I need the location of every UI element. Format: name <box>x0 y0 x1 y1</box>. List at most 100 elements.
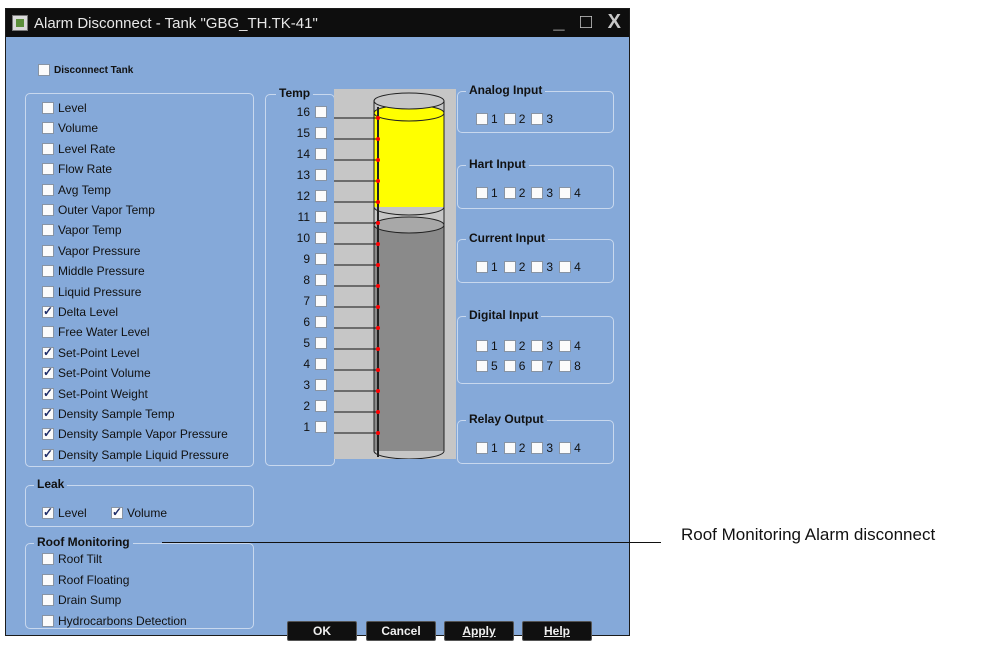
digital-input-5[interactable]: 5 <box>476 359 498 373</box>
digital-input-4[interactable]: 4 <box>559 339 581 353</box>
temp-sensor-checkbox[interactable] <box>315 253 327 265</box>
temp-sensor-checkbox[interactable] <box>315 358 327 370</box>
checkbox-box[interactable] <box>503 113 516 125</box>
checkbox-box[interactable] <box>476 261 488 273</box>
alarm-checkbox[interactable]: Outer Vapor Temp <box>42 203 155 217</box>
checkbox-box[interactable] <box>531 187 544 199</box>
alarm-checkbox[interactable]: Flow Rate <box>42 162 112 176</box>
checkbox-box[interactable] <box>503 360 516 372</box>
disconnect-tank-checkbox[interactable]: Disconnect Tank <box>38 64 133 76</box>
hart-input-2[interactable]: 2 <box>503 186 525 200</box>
maximize-icon[interactable]: □ <box>580 11 592 34</box>
temp-sensor-checkbox[interactable] <box>315 106 327 118</box>
alarm-checkbox[interactable]: Vapor Pressure <box>42 244 140 258</box>
temp-sensor-checkbox[interactable] <box>315 400 327 412</box>
relay-output-3[interactable]: 3 <box>531 441 553 455</box>
checkbox-box[interactable] <box>531 340 544 352</box>
checkbox-box[interactable] <box>42 447 54 461</box>
analog-input-1[interactable]: 1 <box>476 112 498 126</box>
checkbox-box[interactable] <box>38 64 50 76</box>
minimize-icon[interactable]: _ <box>553 11 564 34</box>
checkbox-box[interactable] <box>111 505 123 519</box>
temp-sensor-checkbox[interactable] <box>315 274 327 286</box>
roof-checkbox[interactable]: Drain Sump <box>42 593 121 607</box>
digital-input-1[interactable]: 1 <box>476 339 498 353</box>
temp-sensor-checkbox[interactable] <box>315 421 327 433</box>
checkbox-box[interactable] <box>531 261 544 273</box>
checkbox-box[interactable] <box>42 326 54 339</box>
checkbox-box[interactable] <box>503 340 516 352</box>
temp-sensor-checkbox[interactable] <box>315 169 327 181</box>
alarm-checkbox[interactable]: Middle Pressure <box>42 264 145 278</box>
digital-input-2[interactable]: 2 <box>503 339 525 353</box>
alarm-checkbox[interactable]: Delta Level <box>42 304 118 319</box>
alarm-checkbox[interactable]: Set-Point Level <box>42 345 139 360</box>
ok-button[interactable]: OK <box>287 621 357 641</box>
help-button[interactable]: Help <box>522 621 592 641</box>
checkbox-box[interactable] <box>503 187 516 199</box>
relay-output-2[interactable]: 2 <box>503 441 525 455</box>
checkbox-box[interactable] <box>559 261 572 273</box>
roof-checkbox[interactable]: Roof Tilt <box>42 552 102 566</box>
temp-sensor-checkbox[interactable] <box>315 190 327 202</box>
checkbox-box[interactable] <box>42 122 54 135</box>
checkbox-box[interactable] <box>42 426 54 441</box>
alarm-checkbox[interactable]: Level Rate <box>42 142 115 156</box>
checkbox-box[interactable] <box>42 505 54 519</box>
checkbox-box[interactable] <box>42 594 54 606</box>
checkbox-box[interactable] <box>42 244 54 257</box>
digital-input-7[interactable]: 7 <box>531 359 553 373</box>
alarm-checkbox[interactable]: Density Sample Liquid Pressure <box>42 447 229 462</box>
temp-sensor-checkbox[interactable] <box>315 232 327 244</box>
digital-input-6[interactable]: 6 <box>503 359 525 373</box>
checkbox-box[interactable] <box>476 113 488 125</box>
checkbox-box[interactable] <box>503 261 516 273</box>
checkbox-box[interactable] <box>559 340 572 352</box>
alarm-checkbox[interactable]: Free Water Level <box>42 325 150 339</box>
cancel-button[interactable]: Cancel <box>366 621 436 641</box>
checkbox-box[interactable] <box>42 365 54 380</box>
temp-sensor-checkbox[interactable] <box>315 337 327 349</box>
digital-input-8[interactable]: 8 <box>559 359 581 373</box>
checkbox-box[interactable] <box>531 442 544 454</box>
current-input-4[interactable]: 4 <box>559 260 581 274</box>
alarm-checkbox[interactable]: Density Sample Temp <box>42 406 175 421</box>
temp-sensor-checkbox[interactable] <box>315 295 327 307</box>
relay-output-4[interactable]: 4 <box>559 441 581 455</box>
checkbox-box[interactable] <box>476 442 488 454</box>
checkbox-box[interactable] <box>559 442 572 454</box>
checkbox-box[interactable] <box>42 163 54 176</box>
checkbox-box[interactable] <box>42 102 54 114</box>
leak-level-checkbox[interactable]: Level <box>42 505 87 520</box>
temp-sensor-checkbox[interactable] <box>315 316 327 328</box>
alarm-checkbox[interactable]: Liquid Pressure <box>42 285 141 299</box>
checkbox-box[interactable] <box>476 187 488 199</box>
checkbox-box[interactable] <box>42 386 54 400</box>
checkbox-box[interactable] <box>42 204 54 216</box>
checkbox-box[interactable] <box>42 406 54 420</box>
checkbox-box[interactable] <box>42 265 54 278</box>
current-input-3[interactable]: 3 <box>531 260 553 274</box>
checkbox-box[interactable] <box>42 614 54 627</box>
checkbox-box[interactable] <box>476 340 488 352</box>
alarm-checkbox[interactable]: Set-Point Volume <box>42 365 151 380</box>
hart-input-4[interactable]: 4 <box>559 186 581 200</box>
temp-sensor-checkbox[interactable] <box>315 211 327 223</box>
analog-input-2[interactable]: 2 <box>503 112 525 126</box>
alarm-checkbox[interactable]: Vapor Temp <box>42 223 122 237</box>
leak-volume-checkbox[interactable]: Volume <box>111 505 167 520</box>
roof-checkbox[interactable]: Roof Floating <box>42 573 129 587</box>
temp-sensor-checkbox[interactable] <box>315 148 327 160</box>
checkbox-box[interactable] <box>42 183 54 196</box>
checkbox-box[interactable] <box>42 553 54 565</box>
checkbox-box[interactable] <box>559 187 572 199</box>
checkbox-box[interactable] <box>42 573 54 586</box>
checkbox-box[interactable] <box>42 304 54 318</box>
checkbox-box[interactable] <box>42 285 54 298</box>
relay-output-1[interactable]: 1 <box>476 441 498 455</box>
checkbox-box[interactable] <box>42 224 54 237</box>
hart-input-1[interactable]: 1 <box>476 186 498 200</box>
checkbox-box[interactable] <box>559 360 572 372</box>
checkbox-box[interactable] <box>476 360 488 372</box>
alarm-checkbox[interactable]: Set-Point Weight <box>42 386 148 401</box>
